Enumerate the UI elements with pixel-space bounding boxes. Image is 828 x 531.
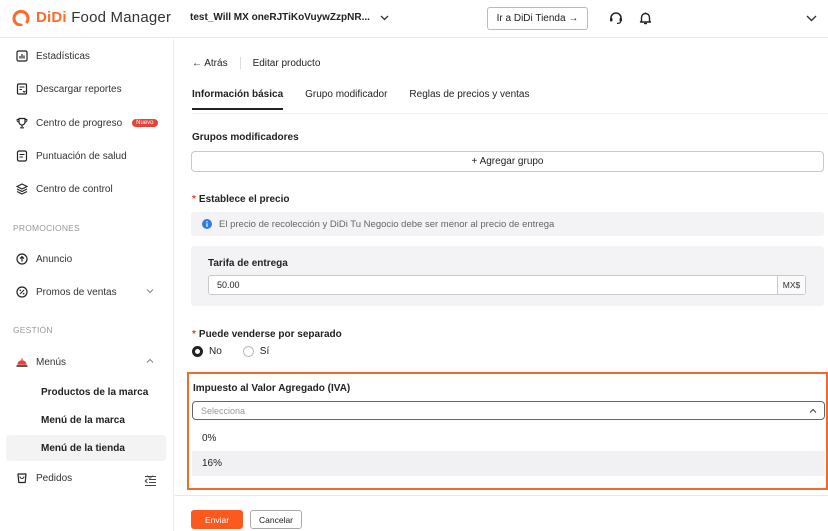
logo-brand: DiDi [36,8,67,26]
health-score-icon [16,150,28,162]
sidebar: Estadísticas Descargar reportes Centro d… [0,39,174,531]
sidebar-item-label: Descargar reportes [36,83,122,95]
sidebar-item-label: Menús [36,356,67,368]
iva-placeholder: Selecciona [201,405,246,416]
radio-no[interactable] [192,346,203,357]
tarifa-value[interactable]: 50.00 [209,276,777,294]
arrow-circle-icon [16,253,28,265]
sidebar-item-label: Estadísticas [36,50,90,62]
chevron-down-icon [380,15,389,20]
bell-icon[interactable] [637,10,653,26]
ir-a-didi-tienda-button[interactable]: Ir a DiDi Tienda → [487,7,588,30]
logo[interactable]: DiDi Food Manager [12,8,172,27]
tarifa-panel: Tarifa de entrega 50.00 MX$ [191,246,824,306]
sidebar-item-menus[interactable]: Menús [0,350,174,374]
sidebar-item-estadisticas[interactable]: Estadísticas [0,44,174,68]
sidebar-subitem-productos-de-la-marca[interactable]: Productos de la marca [0,379,174,405]
iva-option-16[interactable]: 16% [192,451,825,476]
section-gestion: GESTIÓN [13,325,53,335]
chevron-down-icon [146,289,154,294]
chevron-up-icon [809,408,817,413]
required-mark: * [192,329,196,340]
cancel-button[interactable]: Cancelar [250,510,302,529]
sidebar-item-descargar-reportes[interactable]: Descargar reportes [0,77,174,101]
sidebar-item-centro-de-progreso[interactable]: Centro de progreso Nuevo [0,111,174,135]
form-footer: Enviar Cancelar [175,495,828,531]
breadcrumb-divider [239,57,241,69]
page-title: Editar producto [252,57,321,69]
grupos-modificadores-label: Grupos modificadores [192,132,299,143]
sidebar-subitem-menu-de-la-tienda[interactable]: Menú de la tienda [6,435,166,461]
separado-label-text: Puede venderse por separado [198,329,342,340]
breadcrumb: ← Atrás Editar producto [192,57,320,69]
tab-grupo-modificador[interactable]: Grupo modificador [305,89,387,110]
radio-no-label[interactable]: No [209,346,222,357]
logo-product: Food Manager [71,8,172,26]
store-selector[interactable]: test_Will MX oneRJTiKoVuywZzpNR... [190,12,389,23]
download-report-icon [16,83,28,95]
product-tabs: Información básica Grupo modificador Reg… [192,89,529,110]
info-icon [202,219,212,229]
headset-support-icon[interactable] [608,10,624,26]
tab-informacion-basica[interactable]: Información básica [192,89,284,110]
iva-option-0[interactable]: 0% [192,426,825,451]
precio-label: * Establece el precio [192,194,290,205]
cloche-icon [16,356,28,368]
main-content: ← Atrás Editar producto Información bási… [175,39,828,531]
chevron-down-icon[interactable] [803,10,819,26]
trophy-icon [16,117,28,129]
orders-icon [16,472,28,484]
sidebar-item-puntuacion-de-salud[interactable]: Puntuación de salud [0,144,174,168]
new-badge: Nuevo [132,119,158,127]
iva-highlight-box: Impuesto al Valor Agregado (IVA) Selecci… [187,372,828,490]
collapse-sidebar-icon[interactable] [144,475,157,487]
sidebar-item-label: Centro de progreso [36,117,123,129]
top-bar: DiDi Food Manager test_Will MX oneRJTiKo… [0,0,828,38]
sidebar-item-anuncio[interactable]: Anuncio [0,247,174,271]
currency-unit: MX$ [777,276,805,294]
send-button[interactable]: Enviar [191,510,243,529]
section-promociones: PROMOCIONES [13,223,80,233]
radio-si-label[interactable]: Sí [260,346,269,357]
didi-logo-icon [12,8,30,27]
separado-radio-group: No Sí [192,346,269,357]
back-link[interactable]: ← Atrás [192,58,228,69]
add-group-button[interactable]: + Agregar grupo [191,151,824,172]
sidebar-item-label: Anuncio [36,253,73,265]
sidebar-item-label: Centro de control [36,183,113,195]
price-info-banner: El precio de recolección y DiDi Tu Negoc… [191,212,824,236]
percent-icon [16,286,28,298]
sidebar-item-centro-de-control[interactable]: Centro de control [0,177,174,201]
iva-select[interactable]: Selecciona [192,401,825,420]
required-mark: * [192,194,196,205]
iva-label: Impuesto al Valor Agregado (IVA) [193,383,351,394]
store-name: test_Will MX oneRJTiKoVuywZzpNR... [190,12,370,23]
tabs-divider [192,113,828,114]
radio-si[interactable] [242,346,254,357]
sidebar-subitem-menu-de-la-marca[interactable]: Menú de la marca [0,407,174,433]
chevron-up-icon [146,358,154,363]
sidebar-item-promos-de-ventas[interactable]: Promos de ventas [0,280,174,304]
stats-icon [16,50,28,62]
precio-label-text: Establece el precio [198,194,290,205]
tab-reglas-de-precios[interactable]: Reglas de precios y ventas [409,89,529,110]
tarifa-field[interactable]: 50.00 MX$ [208,275,806,295]
info-text: El precio de recolección y DiDi Tu Negoc… [219,218,555,230]
tarifa-label: Tarifa de entrega [208,258,288,269]
layers-icon [16,183,28,195]
sidebar-item-label: Puntuación de salud [36,150,127,162]
sidebar-item-label: Pedidos [36,472,73,484]
sidebar-item-label: Promos de ventas [36,286,117,298]
separado-label: * Puede venderse por separado [192,329,342,340]
